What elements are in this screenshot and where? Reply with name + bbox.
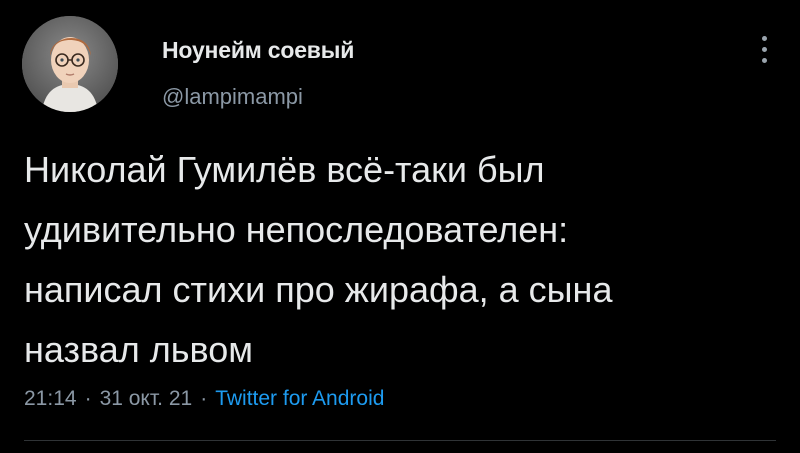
tweet-header: Ноунейм соевый @lampimampi [22,16,782,112]
tweet-date[interactable]: 31 окт. 21 [100,387,193,410]
more-dot [761,36,767,41]
tweet-card: Ноунейм соевый @lampimampi Николай Гумил… [0,0,800,453]
tweet-text-line: назвал львом [24,329,254,370]
divider [24,440,776,441]
author-names: Ноунейм соевый @lampimampi [162,36,354,110]
tweet-text-line: написал стихи про жирафа, а сына [24,269,613,310]
user-handle[interactable]: @lampimampi [162,84,354,110]
tweet-meta: 21:14 · 31 окт. 21 · Twitter for Android [24,384,384,414]
more-dot [761,58,767,63]
tweet-text-line: Николай Гумилёв всё-таки был [24,149,545,190]
tweet-source-link[interactable]: Twitter for Android [215,387,384,410]
more-vertical-icon[interactable] [758,36,770,76]
tweet-time[interactable]: 21:14 [24,387,77,410]
display-name[interactable]: Ноунейм соевый [162,36,354,64]
more-dot [761,47,767,52]
avatar-image [22,16,118,112]
meta-separator: · [200,387,208,410]
tweet-text-line: удивительно непоследователен: [24,209,569,250]
meta-separator: · [84,387,92,410]
avatar[interactable] [22,16,118,112]
tweet-text: Николай Гумилёв всё-таки был удивительно … [24,140,784,380]
